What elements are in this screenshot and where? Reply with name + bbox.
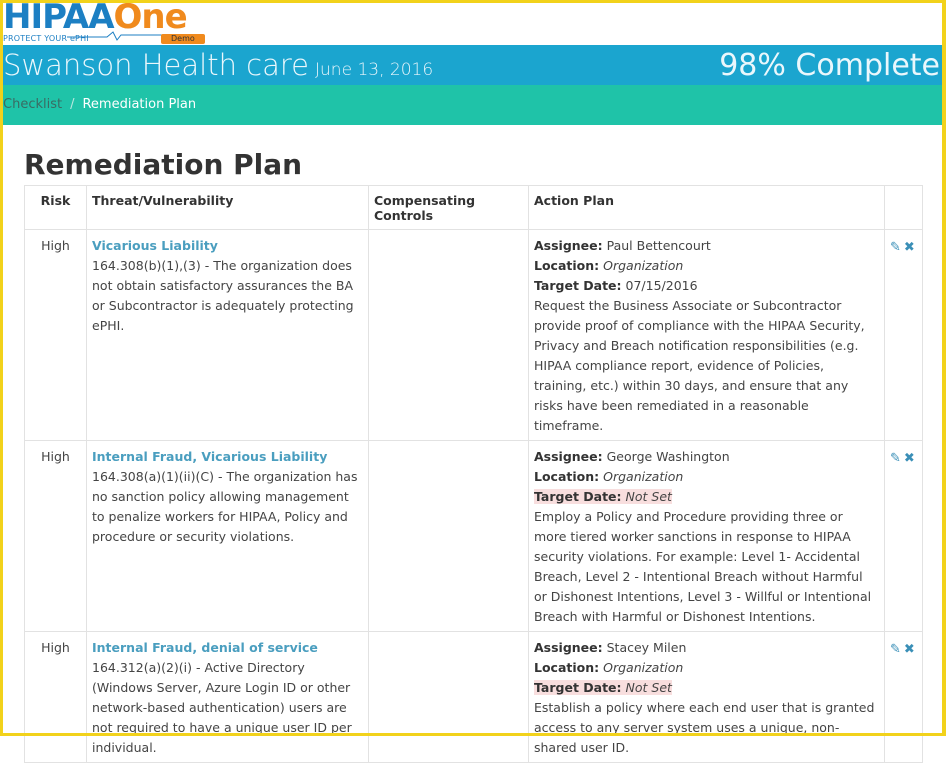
table-row: High Internal Fraud, denial of service 1… [24,631,923,763]
threat-title-link[interactable]: Vicarious Liability [92,236,363,256]
target-date-value: 07/15/2016 [625,278,698,293]
breadcrumb: Checklist / Remediation Plan [3,97,196,112]
column-header-controls: Compensating Controls [368,185,529,230]
column-header-actions [884,185,923,230]
breadcrumb-checklist-link[interactable]: Checklist [3,97,62,112]
threat-title-link[interactable]: Internal Fraud, denial of service [92,638,363,658]
assessment-date: June 13, 2016 [315,60,434,80]
threat-cell: Internal Fraud, Vicarious Liability 164.… [86,440,369,632]
table-row: High Internal Fraud, Vicarious Liability… [24,440,923,632]
threat-cell: Vicarious Liability 164.308(b)(1),(3) - … [86,229,369,441]
column-header-risk: Risk [24,185,87,230]
compensating-controls [368,229,529,441]
location-label: Location: [534,469,600,484]
action-plan-text: Establish a policy where each end user t… [534,700,875,755]
logo-tagline: PROTECT YOUR ePHI [3,34,89,43]
target-date-not-set: Target Date: Not Set [534,489,672,504]
location-label: Location: [534,660,600,675]
row-actions: ✎ ✖ [884,631,923,763]
target-date-value: Not Set [625,489,672,504]
target-date-label: Target Date: [534,278,622,293]
organization-name: Swanson Health care June 13, 2016 [3,48,434,82]
remediation-table: Risk Threat/Vulnerability Compensating C… [24,185,923,763]
hipaa-one-logo[interactable]: HIPAAOne PROTECT YOUR ePHI Demo [3,0,243,45]
breadcrumb-bar: Checklist / Remediation Plan [3,85,942,125]
location-value: Organization [603,258,684,273]
action-plan-cell: Assignee: Paul Bettencourt Location: Org… [528,229,885,441]
target-date-label: Target Date: [534,489,622,504]
breadcrumb-current: Remediation Plan [82,97,197,112]
compensating-controls [368,631,529,763]
threat-title-link[interactable]: Internal Fraud, Vicarious Liability [92,447,363,467]
target-date-label: Target Date: [534,680,622,695]
column-header-action-plan: Action Plan [528,185,885,230]
assignee-value: George Washington [606,449,730,464]
assignee-label: Assignee: [534,449,603,464]
compensating-controls [368,440,529,632]
threat-description: 164.312(a)(2)(i) - Active Directory (Win… [92,660,352,755]
action-plan-cell: Assignee: Stacey Milen Location: Organiz… [528,631,885,763]
threat-cell: Internal Fraud, denial of service 164.31… [86,631,369,763]
organization-header: Swanson Health care June 13, 2016 98% Com… [3,45,942,85]
row-actions: ✎ ✖ [884,440,923,632]
delete-icon[interactable]: ✖ [904,451,915,466]
edit-icon[interactable]: ✎ [890,451,901,466]
threat-description: 164.308(a)(1)(ii)(C) - The organization … [92,469,358,544]
risk-level: High [24,631,87,763]
target-date-not-set: Target Date: Not Set [534,680,672,695]
breadcrumb-separator: / [70,97,75,112]
column-header-threat: Threat/Vulnerability [86,185,369,230]
delete-icon[interactable]: ✖ [904,642,915,657]
assignee-value: Paul Bettencourt [606,238,711,253]
logo-bar: HIPAAOne PROTECT YOUR ePHI Demo [3,0,942,45]
target-date-value: Not Set [625,680,672,695]
risk-level: High [24,440,87,632]
action-plan-cell: Assignee: George Washington Location: Or… [528,440,885,632]
edit-icon[interactable]: ✎ [890,240,901,255]
threat-description: 164.308(b)(1),(3) - The organization doe… [92,258,354,333]
delete-icon[interactable]: ✖ [904,240,915,255]
location-value: Organization [603,469,684,484]
row-actions: ✎ ✖ [884,229,923,441]
page-title: Remediation Plan [24,148,303,181]
action-plan-text: Employ a Policy and Procedure providing … [534,509,872,624]
action-plan-text: Request the Business Associate or Subcon… [534,298,865,433]
table-row: High Vicarious Liability 164.308(b)(1),(… [24,229,923,441]
location-value: Organization [603,660,684,675]
completion-status: 98% Complete [719,48,940,83]
edit-icon[interactable]: ✎ [890,642,901,657]
risk-level: High [24,229,87,441]
assignee-label: Assignee: [534,238,603,253]
assignee-label: Assignee: [534,640,603,655]
demo-badge: Demo [161,34,205,44]
assignee-value: Stacey Milen [606,640,687,655]
table-header-row: Risk Threat/Vulnerability Compensating C… [24,185,923,230]
location-label: Location: [534,258,600,273]
